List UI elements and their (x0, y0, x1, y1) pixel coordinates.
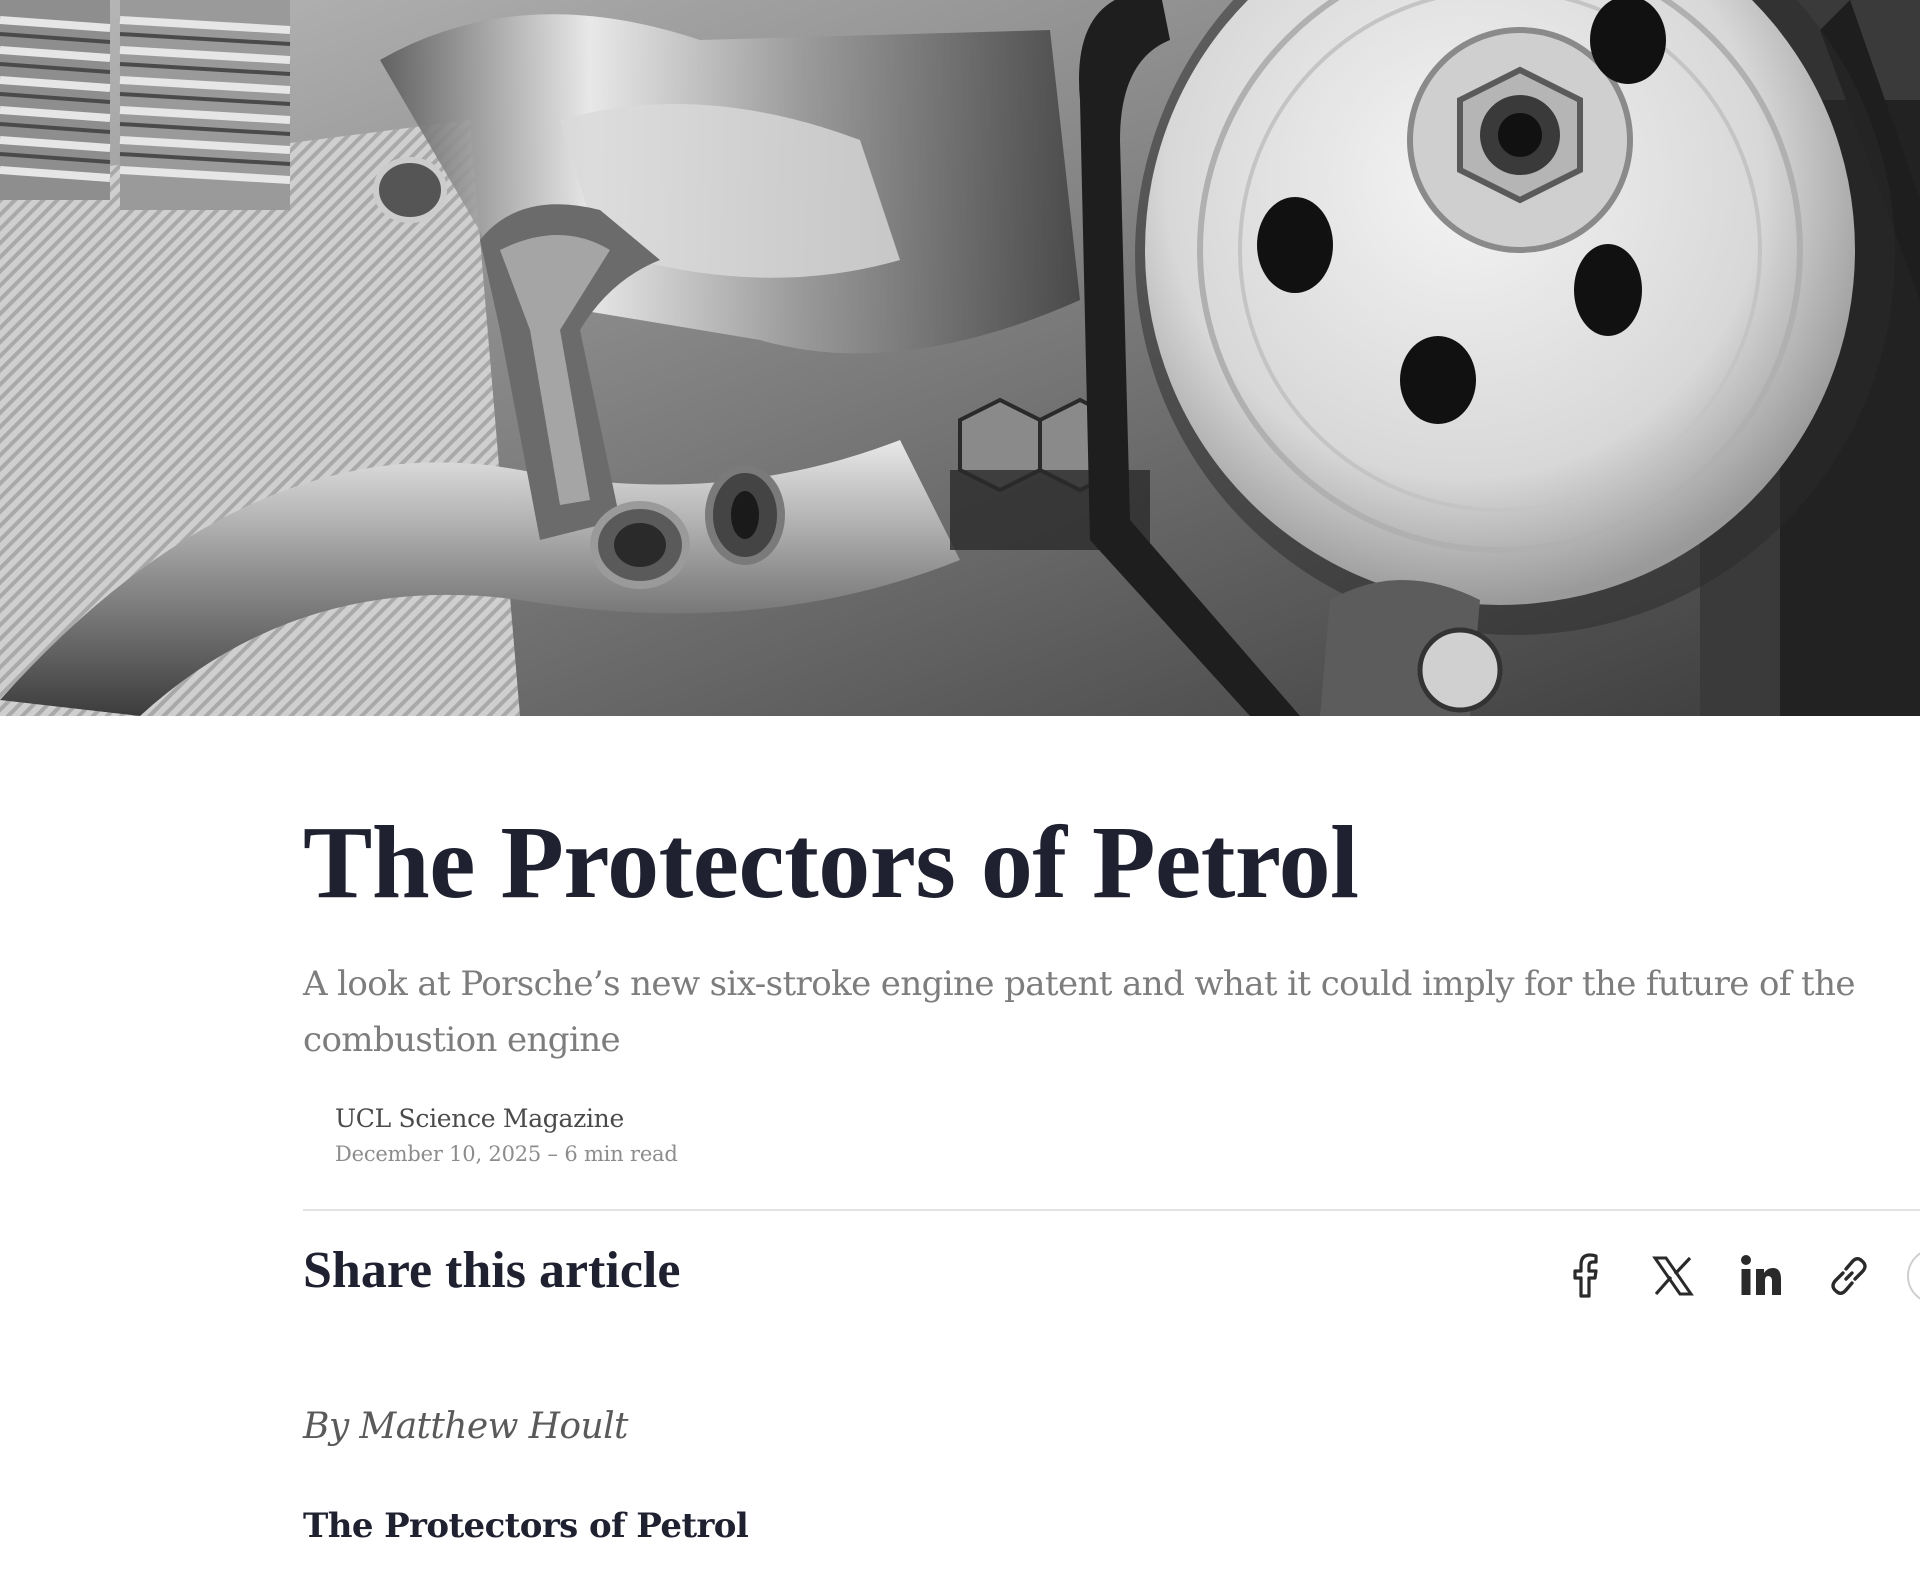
share-facebook-button[interactable] (1555, 1246, 1615, 1306)
hero-image (0, 0, 1920, 716)
engine-illustration (0, 0, 1920, 716)
spring-shapes (0, 0, 291, 210)
x-icon (1652, 1256, 1694, 1296)
divider (303, 1209, 1920, 1211)
link-icon (1831, 1257, 1867, 1295)
section-heading: The Protectors of Petrol (303, 1506, 749, 1546)
share-more-button[interactable] (1907, 1248, 1920, 1304)
share-heading: Share this article (303, 1242, 681, 1299)
article-title: The Protectors of Petrol (303, 805, 1359, 920)
date-readtime: December 10, 2025 – 6 min read (335, 1142, 678, 1166)
share-icons (1555, 1246, 1920, 1306)
share-x-button[interactable] (1643, 1246, 1703, 1306)
share-linkedin-button[interactable] (1731, 1246, 1791, 1306)
linkedin-icon (1741, 1255, 1781, 1295)
share-link-button[interactable] (1819, 1246, 1879, 1306)
facebook-icon (1573, 1253, 1598, 1298)
publisher-name[interactable]: UCL Science Magazine (335, 1102, 678, 1136)
article-subtitle: A look at Porsche’s new six-stroke engin… (303, 964, 1856, 1060)
article-byline: By Matthew Hoult (303, 1406, 628, 1447)
article-meta: UCL Science Magazine December 10, 2025 –… (335, 1102, 678, 1168)
